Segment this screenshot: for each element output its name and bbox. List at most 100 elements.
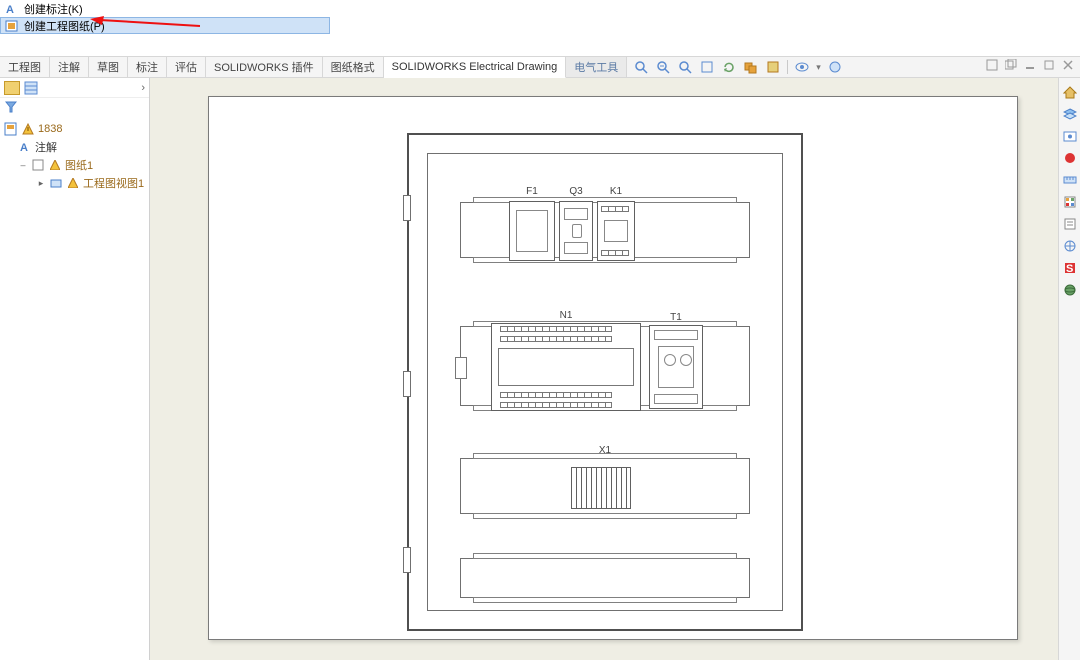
appearance-icon[interactable] — [827, 59, 843, 75]
window-controls — [984, 58, 1076, 72]
terminal-block-x1 — [571, 467, 631, 509]
tab-sheetfmt[interactable]: 图纸格式 — [323, 57, 384, 78]
zoom-prev-icon[interactable] — [677, 59, 693, 75]
ctx-item-label: 创建标注(K) — [24, 1, 83, 17]
fm-tab-tree-icon[interactable] — [4, 81, 20, 95]
hinge-icon — [403, 371, 411, 397]
task-pane: S — [1058, 78, 1080, 660]
fm-tab-props-icon[interactable] — [24, 81, 38, 95]
sw-cube-icon[interactable]: S — [1062, 260, 1078, 276]
device-label: X1 — [461, 445, 749, 456]
device-q3: Q3 — [559, 201, 593, 261]
globe-icon[interactable] — [1062, 282, 1078, 298]
ruler-icon[interactable] — [1062, 172, 1078, 188]
win-maximize-icon[interactable] — [1041, 58, 1057, 72]
warning-icon — [48, 158, 62, 172]
drawing-sheet: F1 Q3 K1 — [208, 96, 1018, 640]
home-icon[interactable] — [1062, 84, 1078, 100]
tab-drawing[interactable]: 工程图 — [0, 57, 50, 78]
drawing-canvas[interactable]: F1 Q3 K1 — [150, 78, 1058, 660]
device-label: F1 — [510, 186, 554, 197]
expand-toggle-icon[interactable]: ▸ — [36, 178, 46, 189]
annotation-a-icon: A — [18, 140, 32, 154]
tree-root-label: 1838 — [38, 123, 62, 135]
feature-tree: 1838 A 注解 – 图纸1 ▸ 工程图视图1 — [0, 118, 149, 194]
compass-icon[interactable] — [1062, 238, 1078, 254]
rail-flange — [473, 597, 737, 603]
drawing-doc-icon — [4, 122, 18, 136]
tree-sheet[interactable]: – 图纸1 — [4, 156, 145, 174]
hinge-icon — [403, 547, 411, 573]
workspace: › 1838 A 注解 – 图纸1 ▸ — [0, 78, 1080, 660]
device-label: N1 — [492, 310, 640, 321]
ctx-item-label: 创建工程图纸(P) — [24, 18, 105, 34]
collapse-toggle-icon[interactable]: – — [18, 160, 28, 170]
device-n1: N1 — [491, 323, 641, 411]
section-icon[interactable] — [765, 59, 781, 75]
tree-label: 注解 — [35, 139, 57, 155]
rotate-icon[interactable] — [721, 59, 737, 75]
tab-evaluate[interactable]: 评估 — [167, 57, 206, 78]
din-rail-1: F1 Q3 K1 — [460, 202, 750, 258]
device-label: Q3 — [560, 186, 592, 197]
ribbon-tabbar: 工程图 注解 草图 标注 评估 SOLIDWORKS 插件 图纸格式 SOLID… — [0, 56, 1080, 78]
chevron-right-icon[interactable]: › — [141, 82, 145, 94]
din-rail-2: N1 T1 — [460, 326, 750, 406]
backplate: F1 Q3 K1 — [427, 153, 783, 611]
screenshot-icon[interactable] — [1062, 128, 1078, 144]
tree-root[interactable]: 1838 — [4, 120, 145, 138]
tab-addins[interactable]: SOLIDWORKS 插件 — [206, 57, 323, 78]
tree-view[interactable]: ▸ 工程图视图1 — [4, 174, 145, 192]
filter-row — [0, 98, 149, 118]
din-rail-3: X1 — [460, 458, 750, 514]
drawing-sheet-icon — [4, 19, 20, 33]
hinge-icon — [403, 195, 411, 221]
zoom-area-icon[interactable] — [699, 59, 715, 75]
spacer — [0, 34, 1080, 56]
device-label: T1 — [650, 312, 702, 323]
win-minimize-icon[interactable] — [1022, 58, 1038, 72]
tab-sketch[interactable]: 草图 — [89, 57, 128, 78]
zoom-fit-icon[interactable] — [655, 59, 671, 75]
ctx-create-drawing[interactable]: 创建工程图纸(P) — [0, 17, 330, 34]
device-label: K1 — [598, 186, 634, 197]
separator — [787, 60, 788, 74]
display-style-icon[interactable] — [743, 59, 759, 75]
device-f1: F1 — [509, 201, 555, 261]
enclosure-frame: F1 Q3 K1 — [407, 133, 803, 631]
tree-annotations[interactable]: A 注解 — [4, 138, 145, 156]
rail-flange — [473, 513, 737, 519]
annotation-a-icon: A — [4, 2, 20, 16]
warning-icon — [21, 122, 35, 136]
layers-icon[interactable] — [1062, 106, 1078, 122]
svg-text:A: A — [20, 142, 28, 153]
device-k1: K1 — [597, 201, 635, 261]
ctx-create-annotation[interactable]: A 创建标注(K) — [0, 0, 330, 17]
win-cascade-icon[interactable] — [1003, 58, 1019, 72]
svg-text:S: S — [1066, 263, 1073, 275]
dropdown-caret-icon[interactable]: ▾ — [816, 62, 821, 73]
tree-label: 图纸1 — [65, 157, 93, 173]
warning-icon — [66, 176, 80, 190]
rail-flange — [473, 553, 737, 559]
view-icon — [49, 176, 63, 190]
note-icon[interactable] — [1062, 216, 1078, 232]
tree-label: 工程图视图1 — [83, 175, 144, 191]
rail-endcap — [455, 357, 467, 379]
svg-text:A: A — [6, 4, 14, 16]
tab-annotate[interactable]: 注解 — [50, 57, 89, 78]
color-icon[interactable] — [1062, 150, 1078, 166]
funnel-icon[interactable] — [4, 100, 18, 114]
tab-elec-tools[interactable]: 电气工具 — [566, 57, 627, 78]
win-close-icon[interactable] — [1060, 58, 1076, 72]
palette-icon[interactable] — [1062, 194, 1078, 210]
tab-dimension[interactable]: 标注 — [128, 57, 167, 78]
panel-tab-strip: › — [0, 78, 149, 98]
feature-manager-panel: › 1838 A 注解 – 图纸1 ▸ — [0, 78, 150, 660]
hide-show-icon[interactable] — [794, 59, 810, 75]
tab-sw-electrical[interactable]: SOLIDWORKS Electrical Drawing — [384, 57, 567, 78]
zoom-window-icon[interactable] — [633, 59, 649, 75]
win-new-icon[interactable] — [984, 58, 1000, 72]
sheet-icon — [31, 158, 45, 172]
din-rail-4 — [460, 558, 750, 598]
